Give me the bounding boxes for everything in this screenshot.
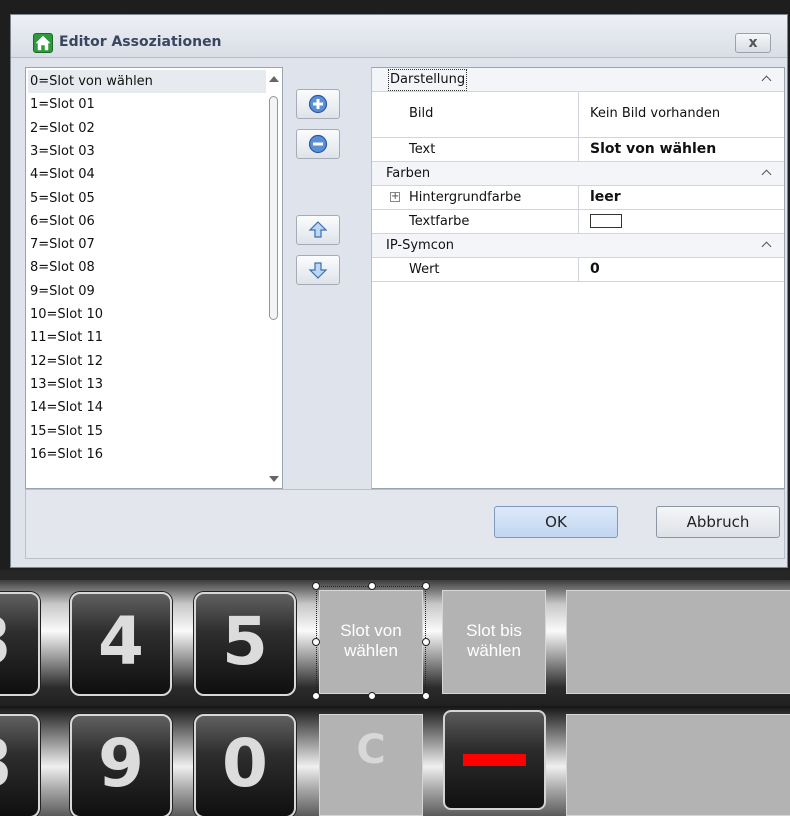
resize-handle[interactable] [422,692,430,700]
minus-key[interactable] [443,710,546,810]
remove-button[interactable] [296,129,340,159]
key-0[interactable]: 0 [194,714,296,816]
designer-canvas: 3 4 5 Slot von wählen Slot bis wählen 8 … [0,570,790,816]
selection-frame[interactable] [312,582,430,700]
slot-list-item[interactable]: 3=Slot 03 [28,140,266,163]
slot-list-item[interactable]: 7=Slot 07 [28,233,266,256]
key-9[interactable]: 9 [70,714,172,816]
resize-handle[interactable] [312,692,320,700]
category-farben[interactable]: Farben [372,162,784,186]
arrow-down-icon [308,262,328,279]
property-name: Textfarbe [409,214,470,229]
empty-tile[interactable] [566,714,790,816]
property-grid: Darstellung Bild Kein Bild vorhanden Tex… [371,67,785,489]
category-ip-symcon[interactable]: IP-Symcon [372,234,784,258]
slot-list-item[interactable]: 11=Slot 11 [28,326,266,349]
slot-list-item[interactable]: 16=Slot 16 [28,443,266,466]
resize-handle[interactable] [422,582,430,590]
property-row-textfarbe[interactable]: Textfarbe [372,210,784,234]
clear-label: C [356,727,386,773]
list-scrollbar[interactable] [266,68,282,488]
slot-list-item[interactable]: 14=Slot 14 [28,396,266,419]
list-action-buttons [287,67,371,489]
column-divider [578,138,579,161]
home-icon [33,33,53,53]
minus-icon [463,754,526,766]
editor-dialog: Editor Assoziationen x 0=Slot von wählen… [10,14,788,568]
property-row-hintergrundfarbe[interactable]: + Hintergrundfarbe leer [372,186,784,210]
category-label: Darstellung [388,69,468,91]
key-3[interactable]: 3 [0,592,40,696]
property-name: Text [409,142,436,157]
dialog-titlebar[interactable]: Editor Assoziationen x [11,15,787,58]
close-button[interactable]: x [735,33,771,53]
slot-list-item[interactable]: 13=Slot 13 [28,373,266,396]
resize-handle[interactable] [368,582,376,590]
slot-bis-tile[interactable]: Slot bis wählen [442,590,546,694]
column-divider [578,210,579,233]
column-divider [578,186,579,209]
property-value: Kein Bild vorhanden [590,106,721,121]
property-row-wert[interactable]: Wert 0 [372,258,784,282]
slot-list-item[interactable]: 5=Slot 05 [28,187,266,210]
property-value: leer [590,189,621,205]
category-darstellung[interactable]: Darstellung [372,68,784,92]
cancel-button[interactable]: Abbruch [656,506,780,538]
dialog-button-bar: OK Abbruch [25,489,785,559]
scroll-up-icon[interactable] [269,76,279,82]
collapse-icon[interactable] [761,169,772,180]
column-divider [578,258,579,281]
tile-label-line: Slot bis [466,621,522,640]
expand-icon[interactable]: + [390,192,400,202]
property-name: Wert [409,262,440,277]
slot-list-item[interactable]: 2=Slot 02 [28,117,266,140]
key-4[interactable]: 4 [70,592,172,696]
slot-list-item[interactable]: 4=Slot 04 [28,163,266,186]
key-8[interactable]: 8 [0,714,40,816]
resize-handle[interactable] [422,638,430,646]
move-down-button[interactable] [296,255,340,285]
clear-tile[interactable]: C [319,714,423,816]
empty-tile[interactable] [566,590,790,694]
ok-button[interactable]: OK [494,506,618,538]
property-name: Hintergrundfarbe [409,190,522,205]
scroll-thumb[interactable] [269,96,278,320]
arrow-up-icon [308,221,328,238]
move-up-button[interactable] [296,215,340,245]
dialog-title: Editor Assoziationen [59,34,222,50]
slot-list-item[interactable]: 8=Slot 08 [28,256,266,279]
property-value: 0 [590,261,600,277]
property-row-bild[interactable]: Bild Kein Bild vorhanden [372,92,784,138]
key-5[interactable]: 5 [194,592,296,696]
property-name: Bild [409,106,434,121]
slot-list-item[interactable]: 10=Slot 10 [28,303,266,326]
slot-list-item[interactable]: 0=Slot von wählen [28,70,266,93]
scroll-down-icon[interactable] [269,476,279,482]
resize-handle[interactable] [368,692,376,700]
slot-list-item[interactable]: 6=Slot 06 [28,210,266,233]
resize-handle[interactable] [312,582,320,590]
resize-handle[interactable] [312,638,320,646]
column-divider [578,92,579,137]
slot-list-item[interactable]: 12=Slot 12 [28,350,266,373]
category-label: Farben [386,166,431,181]
collapse-icon[interactable] [761,241,772,252]
property-value: Slot von wählen [590,141,717,157]
add-button[interactable] [296,89,340,119]
slot-list-item[interactable]: 1=Slot 01 [28,93,266,116]
slot-list[interactable]: 0=Slot von wählen 1=Slot 01 2=Slot 02 3=Slo… [25,67,283,489]
slot-list-item[interactable]: 15=Slot 15 [28,420,266,443]
collapse-icon[interactable] [761,75,772,86]
slot-list-item[interactable]: 9=Slot 09 [28,280,266,303]
tile-label-line: wählen [467,641,521,660]
add-icon [308,94,328,114]
category-label: IP-Symcon [386,238,455,253]
color-swatch[interactable] [590,214,622,228]
property-row-text[interactable]: Text Slot von wählen [372,138,784,162]
remove-icon [308,134,328,154]
